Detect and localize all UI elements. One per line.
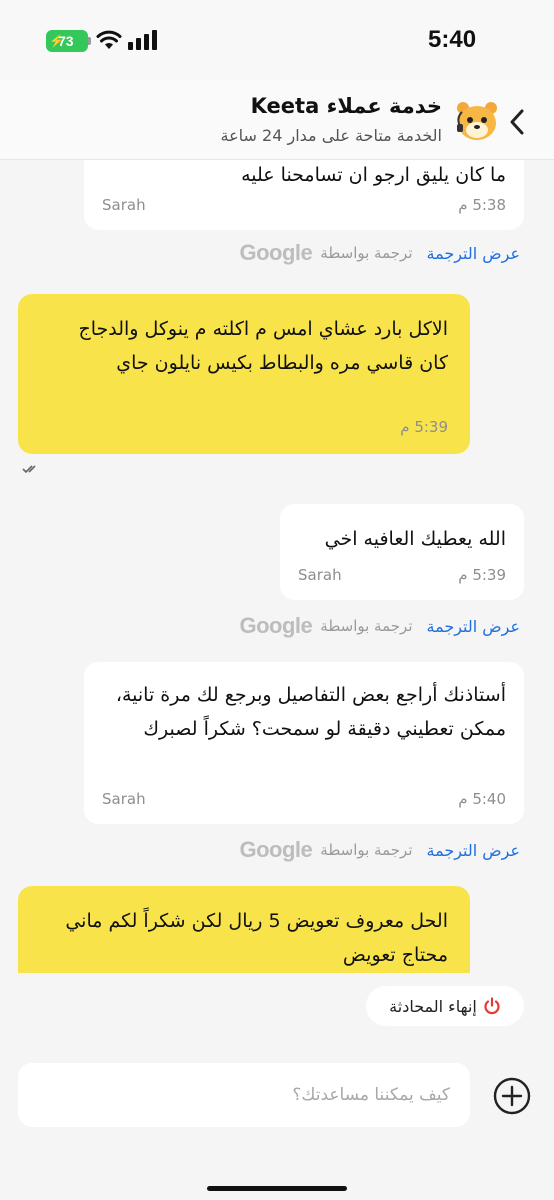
wifi-icon [96,30,122,49]
message-input[interactable] [18,1063,470,1127]
user-message: الاكل بارد عشاي امس م اكلته م ينوكل والد… [18,294,470,454]
end-chat-button[interactable]: إنهاء المحادثة [366,986,524,1026]
message-sender: Sarah [102,196,146,214]
show-translation-link[interactable]: عرض الترجمة [427,617,521,636]
add-attachment-icon[interactable] [492,1076,532,1116]
agent-message: الله يعطيك العافيه اخي Sarah 5:39 م [280,504,524,600]
power-icon [484,997,500,1015]
end-chat-label: إنهاء المحادثة [389,996,477,1016]
google-logo: Google [239,837,313,862]
translation-row: عرض الترجمة ترجمة بواسطة Google [240,240,521,266]
message-text: الله يعطيك العافيه اخي [324,528,506,550]
status-time: 5:40 [428,26,477,53]
message-time: 5:39 م [458,566,506,584]
translation-row: عرض الترجمة ترجمة بواسطة Google [240,613,521,639]
google-logo: Google [239,240,313,265]
chat-subtitle: الخدمة متاحة على مدار 24 ساعة [220,126,442,145]
chat-messages[interactable]: ما كان يليق ارجو ان تسامحنا عليه Sarah 5… [0,160,554,973]
google-logo: Google [239,613,313,638]
show-translation-link[interactable]: عرض الترجمة [427,244,521,263]
chat-header: خدمة عملاء Keeta الخدمة متاحة على مدار 2… [0,80,554,160]
message-text: الحل معروف تعويض 5 ريال لكن شكراً لكم ما… [65,910,448,966]
battery-cap [88,37,91,45]
chat-title: خدمة عملاء Keeta [250,94,442,118]
cellular-signal-icon [128,30,157,50]
message-text: أستاذنك أراجع بعض التفاصيل وبرجع لك مرة … [115,684,506,740]
user-message: الحل معروف تعويض 5 ريال لكن شكراً لكم ما… [18,886,470,973]
translated-by-label: ترجمة بواسطة [320,841,413,859]
message-sender: Sarah [102,790,146,808]
status-bar: ⚡ 73 5:40 [0,0,554,80]
support-mascot-avatar [457,102,497,140]
translated-by-label: ترجمة بواسطة [320,244,413,262]
agent-message: أستاذنك أراجع بعض التفاصيل وبرجع لك مرة … [84,662,524,824]
message-text: الاكل بارد عشاي امس م اكلته م ينوكل والد… [78,318,448,374]
read-receipt-icon [22,465,36,474]
message-text: ما كان يليق ارجو ان تسامحنا عليه [241,164,506,186]
message-sender: Sarah [298,566,342,584]
battery-icon: ⚡ 73 [46,30,88,52]
show-translation-link[interactable]: عرض الترجمة [427,841,521,860]
back-chevron-icon[interactable] [508,108,526,136]
message-time: 5:38 م [458,196,506,214]
translation-row: عرض الترجمة ترجمة بواسطة Google [240,837,521,863]
message-time: 5:40 م [458,790,506,808]
translated-by-label: ترجمة بواسطة [320,617,413,635]
message-time: 5:39 م [400,418,448,436]
agent-message: ما كان يليق ارجو ان تسامحنا عليه Sarah 5… [84,160,524,230]
home-indicator [207,1186,347,1191]
